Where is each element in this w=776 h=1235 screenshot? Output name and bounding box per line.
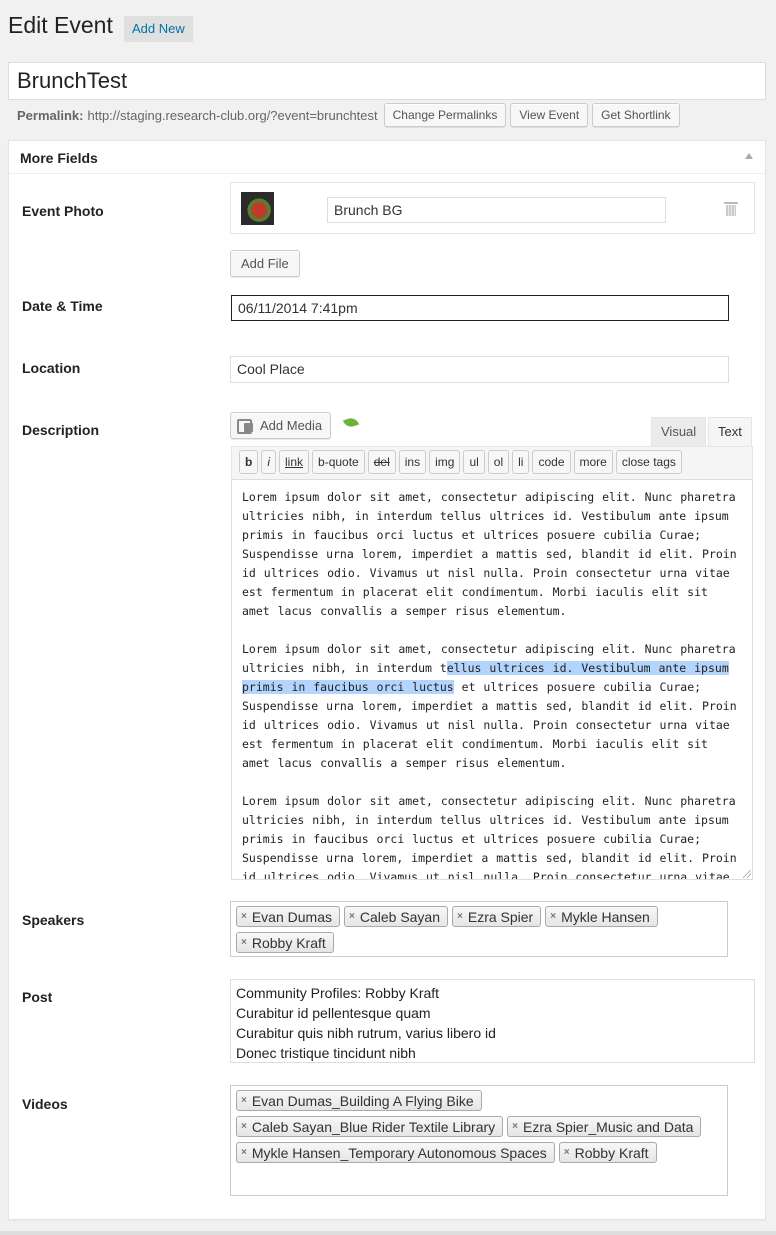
list-item[interactable]: Curabitur id pellentesque quam	[236, 1003, 749, 1023]
remove-token-icon[interactable]: ×	[241, 1121, 247, 1132]
remove-token-icon[interactable]: ×	[564, 1147, 570, 1158]
description-paragraph: Lorem ipsum dolor sit amet, consectetur …	[242, 640, 742, 773]
list-item[interactable]: Community Profiles: Robby Kraft	[236, 983, 749, 1003]
resize-handle-icon[interactable]	[743, 870, 751, 878]
qt-del-button[interactable]: del	[367, 450, 396, 474]
qt-img-button[interactable]: img	[429, 450, 461, 474]
list-item[interactable]: Donec tristique tincidunt nibh	[236, 1043, 749, 1063]
location-label: Location	[22, 360, 81, 376]
date-time-label: Date & Time	[22, 298, 103, 314]
post-label: Post	[22, 989, 53, 1005]
remove-token-icon[interactable]: ×	[349, 911, 355, 922]
add-media-label: Add Media	[260, 418, 323, 433]
qt-blockquote-button[interactable]: b-quote	[312, 450, 365, 474]
videos-token-field[interactable]: × Evan Dumas_Building A Flying Bike × Cale…	[230, 1085, 728, 1196]
videos-label: Videos	[22, 1096, 68, 1112]
remove-token-icon[interactable]: ×	[241, 911, 247, 922]
description-paragraph: Lorem ipsum dolor sit amet, consectetur …	[242, 794, 737, 880]
qt-ol-button[interactable]: ol	[487, 450, 510, 474]
video-token[interactable]: × Mykle Hansen_Temporary Autonomous Space…	[236, 1142, 555, 1163]
page-title: Edit Event	[8, 12, 113, 38]
add-media-icon	[237, 418, 255, 434]
file-name-input[interactable]: Brunch BG	[327, 197, 666, 223]
event-photo-file: Brunch BG	[230, 182, 755, 234]
change-permalinks-button[interactable]: Change Permalinks	[383, 103, 507, 127]
speaker-token[interactable]: × Evan Dumas	[236, 906, 340, 927]
qt-ul-button[interactable]: ul	[463, 450, 485, 474]
remove-token-icon[interactable]: ×	[550, 911, 556, 922]
video-token[interactable]: × Caleb Sayan_Blue Rider Textile Library	[236, 1116, 504, 1137]
remove-token-icon[interactable]: ×	[241, 1095, 247, 1106]
speakers-token-field[interactable]: × Evan Dumas × Caleb Sayan × Ezra Spier × My…	[230, 901, 728, 957]
description-label: Description	[22, 422, 100, 438]
speaker-token[interactable]: × Robby Kraft	[236, 932, 334, 953]
qt-code-button[interactable]: code	[532, 450, 571, 474]
quicktags-toolbar: b i link b-quote del ins img ul ol li co…	[231, 446, 753, 479]
trash-icon[interactable]	[724, 202, 738, 216]
speaker-token[interactable]: × Mykle Hansen	[545, 906, 658, 927]
description-paragraph: Lorem ipsum dolor sit amet, consectetur …	[242, 490, 737, 618]
qt-ins-button[interactable]: ins	[398, 450, 427, 474]
permalink-row: Permalink: http://staging.research-club.…	[17, 103, 684, 127]
remove-token-icon[interactable]: ×	[241, 937, 247, 948]
speaker-token[interactable]: × Ezra Spier	[452, 906, 542, 927]
remove-token-icon[interactable]: ×	[512, 1121, 518, 1132]
collapse-toggle-icon[interactable]	[745, 153, 753, 159]
photo-thumbnail	[241, 192, 274, 225]
date-time-input[interactable]: 06/11/2014 7:41pm	[231, 295, 729, 321]
qt-link-button[interactable]: link	[279, 450, 310, 474]
remove-token-icon[interactable]: ×	[241, 1147, 247, 1158]
video-token[interactable]: × Robby Kraft	[558, 1142, 657, 1163]
remove-token-icon[interactable]: ×	[457, 911, 463, 922]
get-shortlink-button[interactable]: Get Shortlink	[592, 103, 680, 127]
permalink-label: Permalink:	[17, 107, 84, 123]
bottom-divider	[0, 1231, 776, 1235]
add-file-button[interactable]: Add File	[230, 250, 300, 277]
qt-close-tags-button[interactable]: close tags	[615, 450, 682, 474]
qt-more-button[interactable]: more	[573, 450, 613, 474]
speakers-label: Speakers	[22, 912, 85, 928]
permalink-url[interactable]: http://staging.research-club.org/?event=…	[87, 108, 377, 123]
qt-bold-button[interactable]: b	[239, 450, 259, 474]
view-event-button[interactable]: View Event	[510, 103, 589, 127]
video-token[interactable]: × Evan Dumas_Building A Flying Bike	[236, 1090, 482, 1111]
qt-italic-button[interactable]: i	[261, 450, 277, 474]
qt-li-button[interactable]: li	[512, 450, 530, 474]
description-textarea[interactable]: Lorem ipsum dolor sit amet, consectetur …	[231, 479, 753, 880]
tab-visual[interactable]: Visual	[651, 417, 707, 447]
post-select-list[interactable]: Community Profiles: Robby Kraft Curabitu…	[230, 979, 755, 1063]
post-title-input[interactable]: BrunchTest	[8, 62, 766, 100]
location-input[interactable]: Cool Place	[230, 356, 729, 383]
add-media-button[interactable]: Add Media	[230, 412, 332, 439]
list-item[interactable]: Curabitur quis nibh rutrum, varius liber…	[236, 1023, 749, 1043]
add-new-button[interactable]: Add New	[124, 16, 193, 42]
video-token[interactable]: × Ezra Spier_Music and Data	[507, 1116, 702, 1137]
speaker-token[interactable]: × Caleb Sayan	[344, 906, 449, 927]
metabox-header[interactable]: More Fields	[9, 141, 765, 174]
event-photo-label: Event Photo	[22, 203, 104, 219]
metabox-title: More Fields	[20, 150, 98, 166]
tab-text[interactable]: Text	[708, 417, 752, 447]
